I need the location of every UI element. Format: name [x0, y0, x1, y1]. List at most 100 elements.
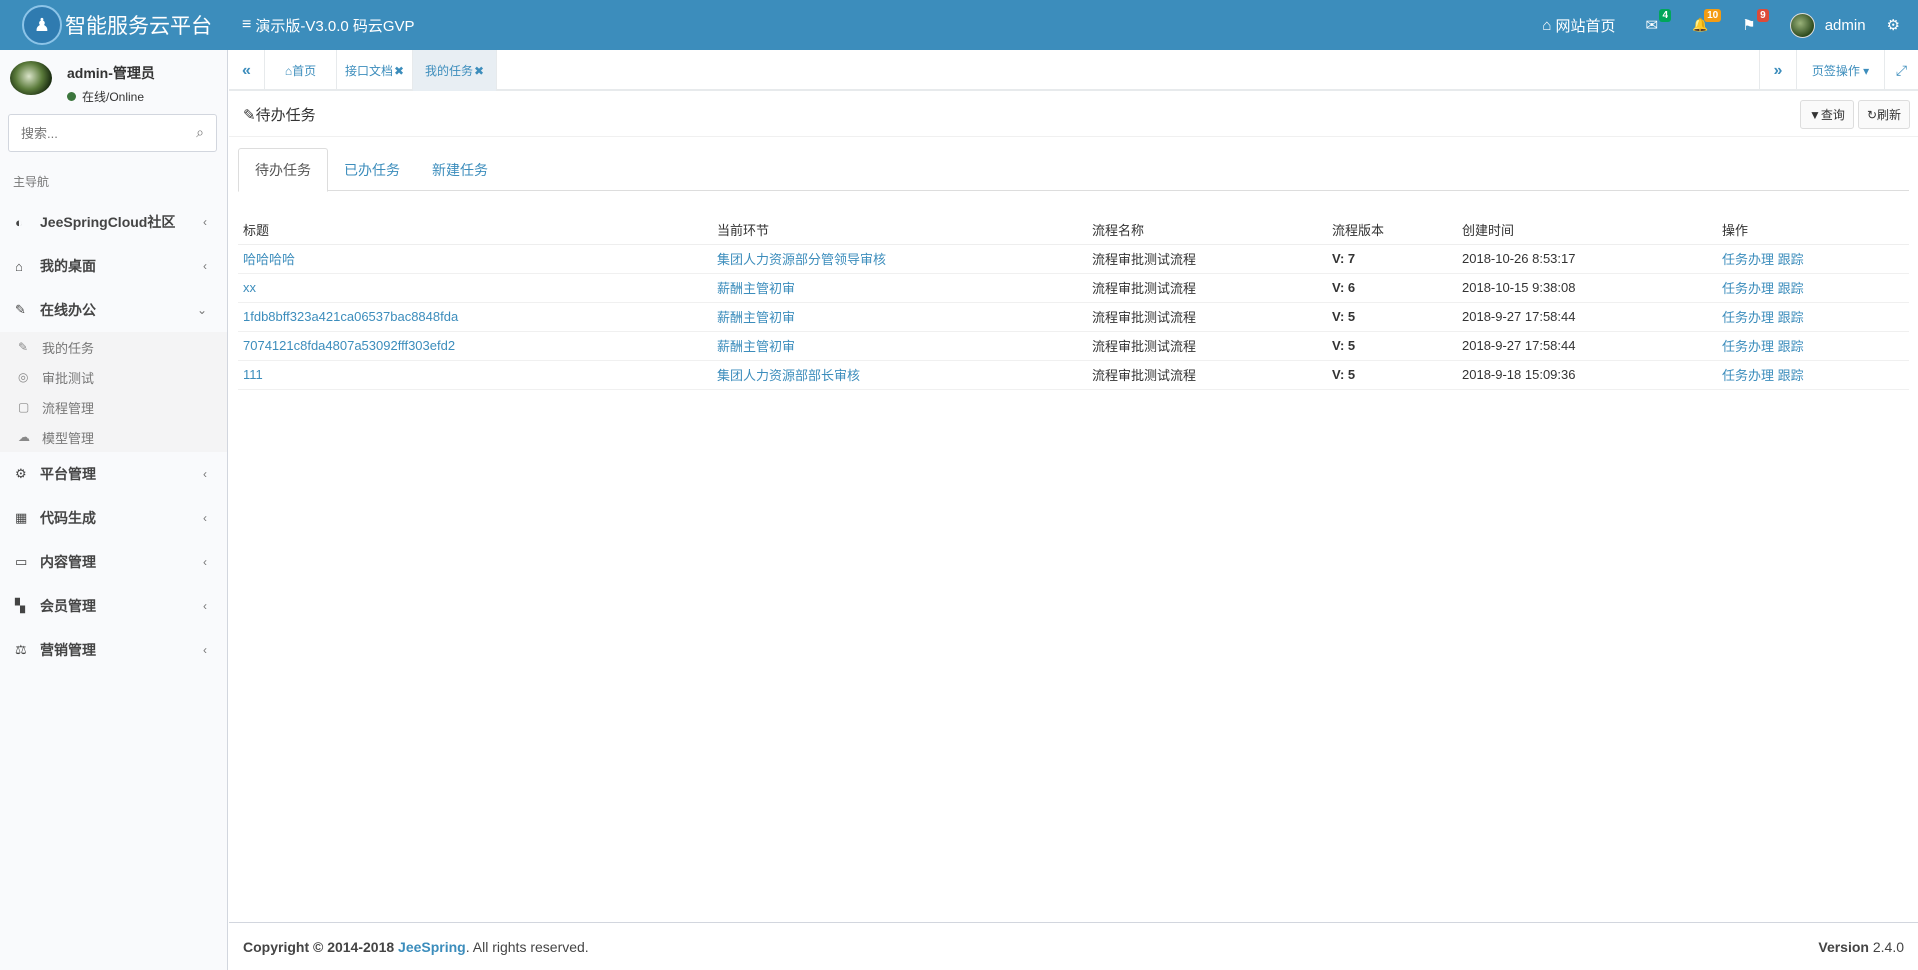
task-tabs: 待办任务 已办任务 新建任务: [238, 148, 1909, 192]
edit-icon: ✎: [18, 340, 29, 354]
table-row: 7074121c8fda4807a53092fff303efd2 薪酬主管初审 …: [238, 331, 1909, 361]
menu-label: 内容管理: [40, 554, 96, 570]
tab-my-tasks[interactable]: 我的任务 ✖: [413, 50, 497, 91]
created-time: 2018-9-18 15:09:36: [1457, 360, 1717, 390]
tab-label: 我的任务: [424, 64, 473, 78]
flag-icon: ⚑: [1742, 17, 1756, 34]
edit-icon: ✎: [15, 302, 26, 317]
notifications-button[interactable]: 🔔 10: [1677, 0, 1727, 50]
task-step-link[interactable]: 薪酬主管初审: [717, 310, 795, 325]
sticky-note-icon: ▢: [18, 400, 30, 414]
menu-item-platform[interactable]: ⚙ 平台管理 ‹: [0, 452, 227, 496]
submenu-item-my-tasks[interactable]: ✎ 我的任务: [0, 332, 227, 362]
process-version: V: 5: [1327, 360, 1457, 390]
fullscreen-button[interactable]: ⤢: [1885, 50, 1918, 91]
created-time: 2018-9-27 17:58:44: [1457, 331, 1717, 361]
search-input[interactable]: [9, 115, 179, 151]
task-title-link[interactable]: 111: [243, 367, 263, 382]
chevron-left-icon: ‹: [203, 259, 207, 273]
search-icon[interactable]: ⌕: [196, 124, 204, 141]
menu-label: 在线办公: [40, 302, 96, 318]
process-name: 流程审批测试流程: [1087, 302, 1327, 332]
task-title-link[interactable]: 哈哈哈哈: [243, 252, 295, 267]
menu-label: JeeSpringCloud社区: [40, 214, 176, 230]
task-step-link[interactable]: 薪酬主管初审: [717, 339, 795, 354]
trace-link[interactable]: 跟踪: [1778, 281, 1804, 296]
chevron-left-icon: ‹: [203, 599, 207, 613]
process-version: V: 7: [1327, 244, 1457, 274]
version-label: 演示版-V3.0.0 码云GVP: [255, 17, 415, 35]
query-button[interactable]: ▼查询: [1800, 100, 1854, 129]
site-home-label: 网站首页: [1555, 17, 1616, 35]
task-step-link[interactable]: 集团人力资源部分管领导审核: [717, 252, 886, 267]
app-title: 智能服务云平台: [65, 15, 212, 38]
user-menu[interactable]: admin: [1775, 0, 1881, 50]
tab-done[interactable]: 已办任务: [328, 148, 416, 191]
task-step-link[interactable]: 薪酬主管初审: [717, 281, 795, 296]
site-home-link[interactable]: ⌂ 网站首页: [1527, 0, 1630, 50]
handle-task-link[interactable]: 任务办理: [1722, 368, 1774, 383]
menu-icon: ≡: [242, 16, 252, 33]
brand-link[interactable]: JeeSpring: [398, 939, 466, 955]
trace-link[interactable]: 跟踪: [1778, 252, 1804, 267]
tab-new[interactable]: 新建任务: [416, 148, 504, 191]
menu-item-content[interactable]: ▭ 内容管理 ‹: [0, 540, 227, 584]
process-version: V: 6: [1327, 273, 1457, 303]
menu-item-members[interactable]: ▚ 会员管理 ‹: [0, 584, 227, 628]
column-header: 流程名称: [1087, 215, 1327, 245]
user-name: admin-管理员: [67, 65, 155, 81]
tab-pending[interactable]: 待办任务: [238, 148, 328, 192]
tabs-prev-button[interactable]: «: [229, 50, 265, 91]
submenu-item-approval-test[interactable]: ◎ 审批测试: [0, 362, 227, 392]
task-step-link[interactable]: 集团人力资源部部长审核: [717, 368, 860, 383]
table-row: 哈哈哈哈 集团人力资源部分管领导审核 流程审批测试流程 V: 7 2018-10…: [238, 244, 1909, 274]
handle-task-link[interactable]: 任务办理: [1722, 281, 1774, 296]
messages-badge: 4: [1659, 9, 1672, 22]
handle-task-link[interactable]: 任务办理: [1722, 339, 1774, 354]
chevron-left-icon: ‹: [203, 555, 207, 569]
trace-link[interactable]: 跟踪: [1778, 368, 1804, 383]
table-row: 1fdb8bff323a421ca06537bac8848fda 薪酬主管初审 …: [238, 302, 1909, 332]
messages-button[interactable]: ✉ 4: [1630, 0, 1677, 50]
logo-icon: ♟: [22, 5, 62, 45]
app-logo[interactable]: ♟ 智能服务云平台: [0, 0, 228, 50]
task-title-link[interactable]: xx: [243, 280, 256, 295]
user-panel: admin-管理员 在线/Online: [0, 50, 227, 110]
online-dot-icon: [67, 92, 76, 101]
submenu-item-model-mgmt[interactable]: ☁ 模型管理: [0, 422, 227, 452]
task-title-link[interactable]: 1fdb8bff323a421ca06537bac8848fda: [243, 309, 458, 324]
close-icon[interactable]: ✖: [474, 64, 484, 78]
tab-api-docs[interactable]: 接口文档 ✖: [337, 50, 413, 91]
handle-task-link[interactable]: 任务办理: [1722, 252, 1774, 267]
user-status: 在线/Online: [67, 88, 144, 105]
page-ops-label: 页签操作 ▾: [1811, 64, 1870, 78]
close-icon[interactable]: ✖: [394, 64, 404, 78]
submenu-item-process-mgmt[interactable]: ▢ 流程管理: [0, 392, 227, 422]
sidebar-toggle[interactable]: ≡ 演示版-V3.0.0 码云GVP: [242, 0, 415, 50]
balance-scale-icon: ⚖: [15, 642, 27, 657]
tabs-next-button[interactable]: »: [1759, 50, 1797, 91]
menu-item-marketing[interactable]: ⚖ 营销管理 ‹: [0, 628, 227, 672]
menu-item-codegen[interactable]: ▦ 代码生成 ‹: [0, 496, 227, 540]
menu-item-desktop[interactable]: ⌂ 我的桌面 ‹: [0, 244, 227, 288]
notifications-badge: 10: [1704, 9, 1722, 22]
menu-label: 平台管理: [40, 466, 96, 482]
tab-home[interactable]: ⌂首页: [265, 50, 337, 91]
trace-link[interactable]: 跟踪: [1778, 310, 1804, 325]
settings-button[interactable]: ⚙: [1881, 0, 1918, 50]
cloud-icon: ☁: [18, 430, 30, 444]
tasks-button[interactable]: ⚑ 9: [1727, 0, 1774, 50]
task-title-link[interactable]: 7074121c8fda4807a53092fff303efd2: [243, 338, 455, 353]
handle-task-link[interactable]: 任务办理: [1722, 310, 1774, 325]
menu-item-community[interactable]: ◐ JeeSpringCloud社区 ‹: [0, 200, 227, 244]
page-title: ✎待办任务: [243, 104, 316, 125]
process-name: 流程审批测试流程: [1087, 273, 1327, 303]
chevron-down-icon: ⌄: [196, 303, 207, 317]
page-ops-dropdown[interactable]: 页签操作 ▾: [1797, 50, 1885, 91]
menu-item-office[interactable]: ✎ 在线办公 ⌄: [0, 288, 227, 332]
trace-link[interactable]: 跟踪: [1778, 339, 1804, 354]
rights-text: . All rights reserved.: [465, 939, 589, 955]
process-name: 流程审批测试流程: [1087, 244, 1327, 274]
tab-label: 接口文档: [344, 64, 393, 78]
refresh-button[interactable]: ↻刷新: [1857, 100, 1910, 129]
